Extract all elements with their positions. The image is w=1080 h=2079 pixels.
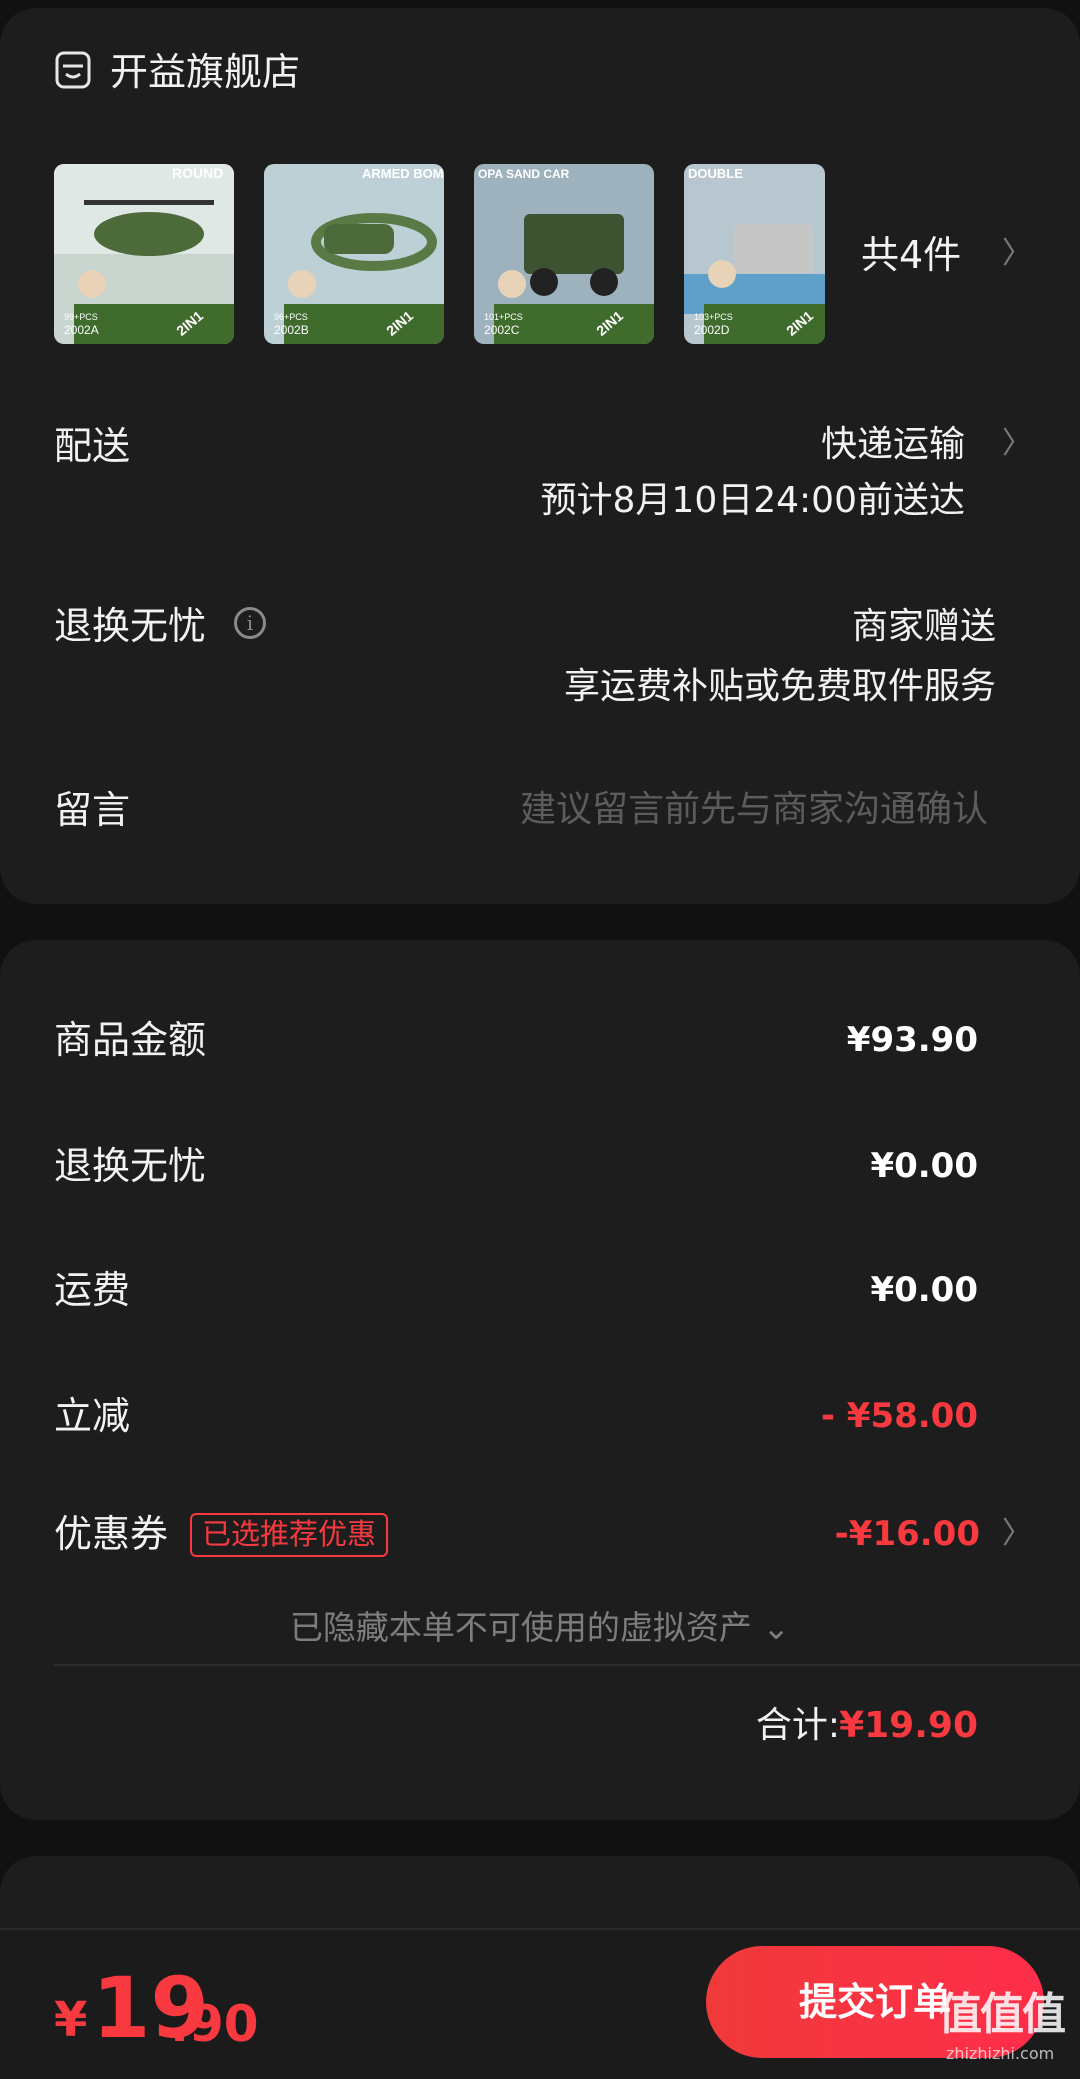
bottom-price-decimal: .90 [170,1995,259,2053]
shipping-value: ¥0.00 [870,1270,978,1310]
coupon-value[interactable]: -¥16.00 [835,1510,980,1558]
thumb-4-title: DOUBLE [688,166,743,181]
chevron-right-icon[interactable]: 〉 [1002,234,1032,274]
return-service-label: 退换无忧 [54,604,207,648]
message-label: 留言 [54,788,131,832]
product-thumbnail-3[interactable]: 2002C 101+PCS OPA SAND CAR 2IN1 [474,164,654,344]
divider [54,1664,1080,1666]
thumb-4-code: 2002D [694,323,730,337]
chevron-right-icon[interactable]: 〉 [1002,1514,1032,1554]
thumb-1-title: ROUND [172,165,223,181]
watermark-url: zhizhizhi.com [946,2044,1055,2063]
coupon-tag[interactable]: 已选推荐优惠 [190,1513,389,1557]
delivery-method[interactable]: 快递运输 [821,420,965,470]
store-icon [55,51,91,89]
thumb-3-pcs: 101+PCS [484,312,523,322]
thumb-1-code: 2002A [64,323,99,337]
thumb-1-pcs: 99+PCS [64,312,98,322]
goods-amount-value: ¥93.90 [846,1020,978,1060]
info-icon[interactable]: i [234,607,266,639]
return-fee-value: ¥0.00 [870,1146,978,1186]
return-fee-label: 退换无忧 [54,1144,207,1188]
thumb-2-code: 2002B [274,323,309,337]
product-thumbnail-2[interactable]: 2002B 96+PCS ARMED BOMBER 2IN1 [264,164,444,344]
price-summary-card [0,940,1080,1820]
store-name[interactable]: 开益旗舰店 [110,46,300,98]
shipping-label: 运费 [54,1268,131,1312]
chevron-right-icon[interactable]: 〉 [1002,424,1032,464]
watermark-logo: 值值值 [938,1989,1066,2040]
watermark: 值值值 zhizhizhi.com [938,1990,1068,2070]
thumb-3-code: 2002C [484,323,520,337]
discount-value: - ¥58.00 [820,1396,978,1436]
return-service-desc: 享运费补贴或免费取件服务 [563,666,996,707]
product-thumbnail-4[interactable]: 2002D 103+PCS DOUBLE 2IN1 [684,164,825,344]
discount-label: 立减 [54,1394,131,1438]
product-count[interactable]: 共4件 [861,230,961,280]
thumb-2-pcs: 96+PCS [274,312,308,322]
product-thumbnail-1[interactable]: 2002A 99+PCS ROUND 2IN1 [54,164,234,344]
hidden-assets-toggle[interactable]: 已隐藏本单不可使用的虚拟资产 ⌄ [0,1604,1080,1652]
thumb-2-title: ARMED BOMBER [362,166,444,181]
return-service-value: 商家赠送 [851,606,996,647]
delivery-label: 配送 [54,424,131,468]
coupon-label[interactable]: 优惠券 [54,1508,168,1560]
message-input[interactable]: 建议留言前先与商家沟通确认 [520,784,988,836]
thumb-4-pcs: 103+PCS [694,312,733,322]
bottom-price-currency: ¥ [54,1992,88,2048]
goods-amount-label: 商品金额 [54,1018,207,1062]
thumb-3-title: OPA SAND CAR [478,167,570,181]
total-value: ¥19.90 [839,1705,978,1746]
delivery-estimate: 预计8月10日24:00前送达 [540,480,965,521]
total-label: 合计: [755,1705,840,1746]
